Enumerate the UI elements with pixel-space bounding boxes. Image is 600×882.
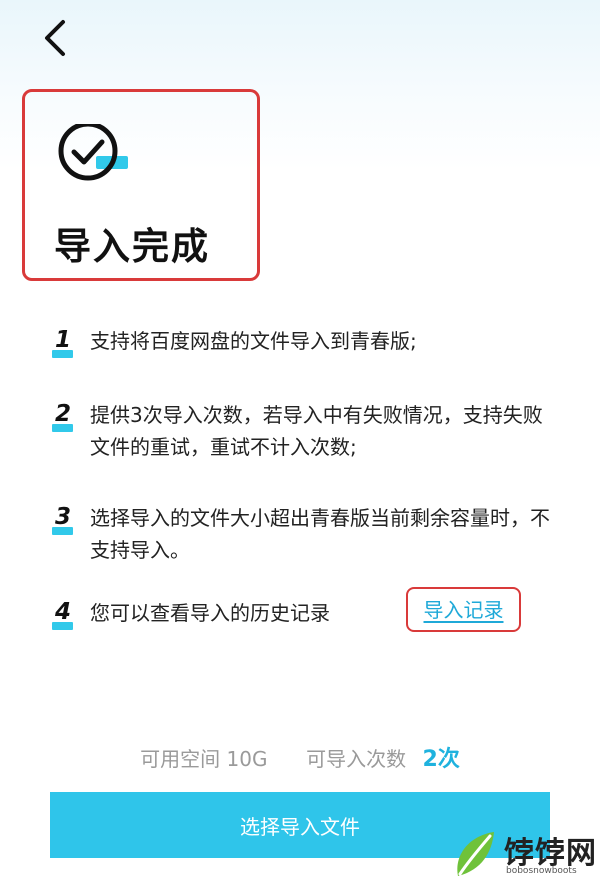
instruction-item-4: 4 您可以查看导入的历史记录 导入记录 xyxy=(52,587,562,637)
page-title: 导入完成 xyxy=(54,225,210,268)
chevron-left-icon xyxy=(45,20,65,56)
import-complete-banner: 导入完成 xyxy=(22,89,260,281)
check-circle-icon xyxy=(58,124,128,181)
instruction-item-3: 3 选择导入的文件大小超出青春版当前剩余容量时，不支持导入。 xyxy=(52,502,562,566)
step-number-2: 2 xyxy=(52,399,90,439)
imports-label: 可导入次数 xyxy=(306,747,407,771)
step-number-4: 4 xyxy=(52,597,90,637)
leaf-logo-icon xyxy=(457,832,494,876)
step-number-3: 3 xyxy=(52,502,90,542)
instruction-text: 提供3次导入次数，若导入中有失败情况，支持失败文件的重试，重试不计入次数; xyxy=(90,403,543,459)
import-history-link[interactable]: 导入记录 xyxy=(406,587,521,632)
watermark-domain: bobosnowboots xyxy=(506,866,577,876)
space-value: 10G xyxy=(226,747,268,771)
instruction-text: 支持将百度网盘的文件导入到青春版; xyxy=(90,329,417,353)
imports-remaining: 2次 xyxy=(422,747,460,772)
watermark: 饽饽网 bobosnowboots xyxy=(448,826,600,882)
instruction-item-2: 2 提供3次导入次数，若导入中有失败情况，支持失败文件的重试，重试不计入次数; xyxy=(52,399,562,463)
instruction-text: 您可以查看导入的历史记录 xyxy=(90,601,330,625)
instruction-text: 选择导入的文件大小超出青春版当前剩余容量时，不支持导入。 xyxy=(90,506,550,562)
import-history-link-label: 导入记录 xyxy=(423,597,504,622)
quota-info: 可用空间 10G 可导入次数 2次 xyxy=(0,741,600,773)
instruction-item-1: 1 支持将百度网盘的文件导入到青春版; xyxy=(52,325,562,365)
back-button[interactable] xyxy=(30,12,82,64)
space-label: 可用空间 xyxy=(140,747,221,771)
step-number-1: 1 xyxy=(52,325,90,365)
